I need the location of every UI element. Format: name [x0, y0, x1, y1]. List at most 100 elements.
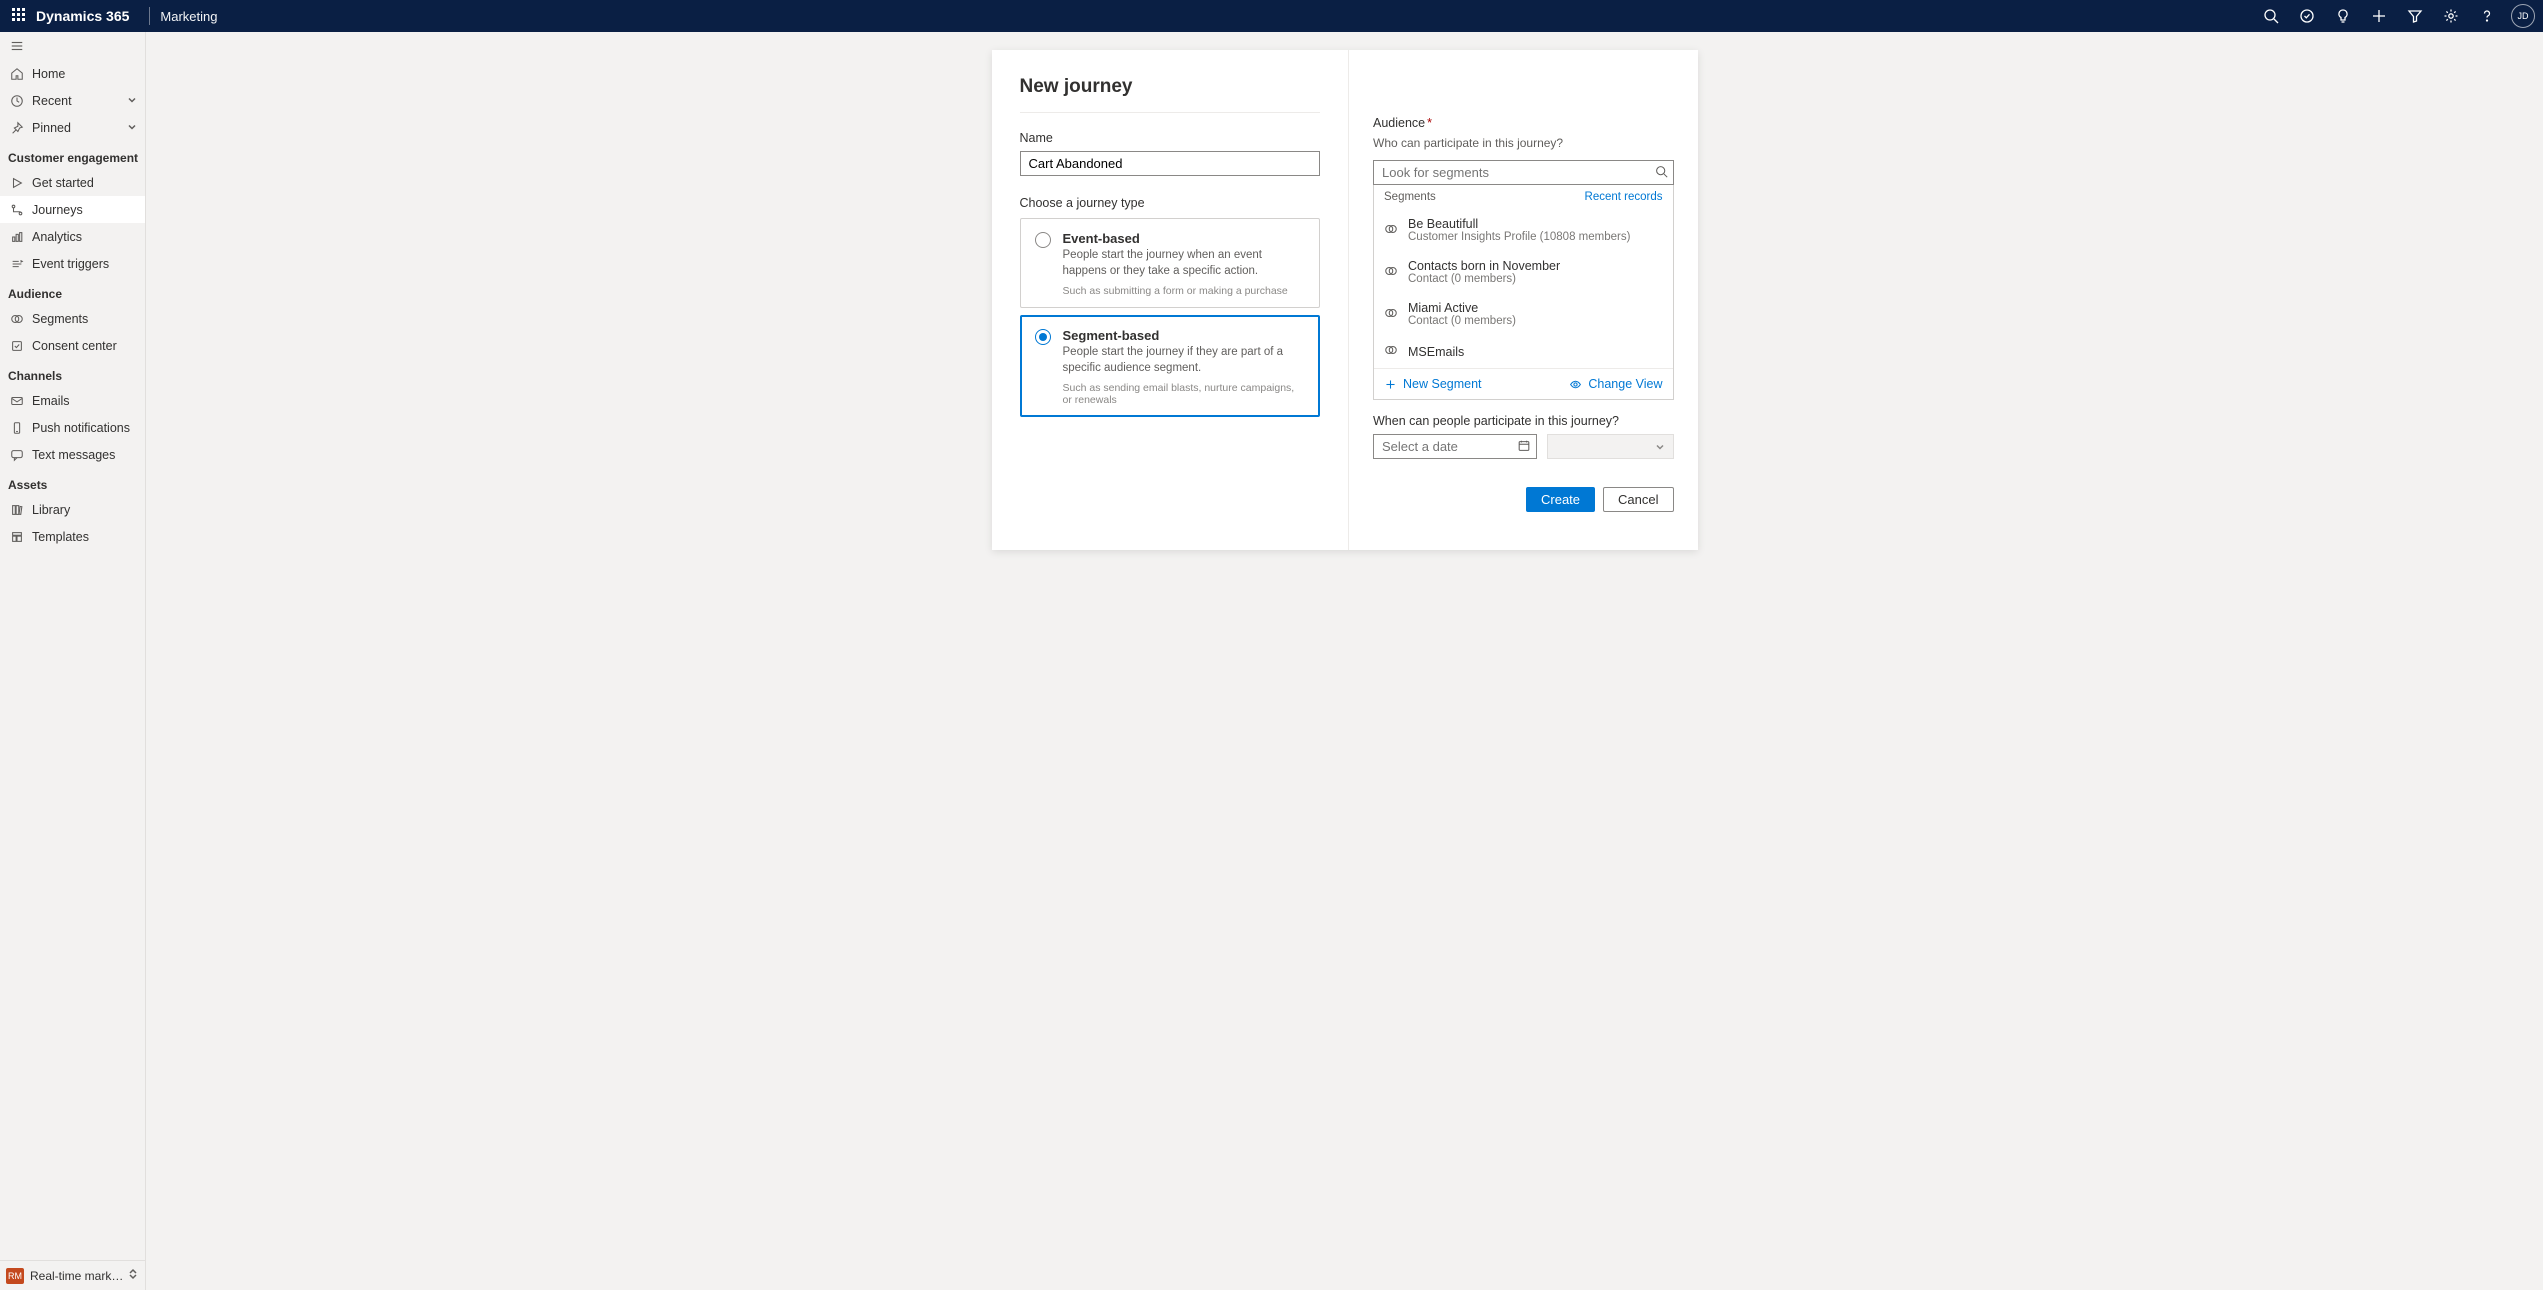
segments-list[interactable]: Be BeautifullCustomer Insights Profile (…: [1374, 209, 1673, 368]
sidebar-item-text-messages[interactable]: Text messages: [0, 441, 145, 468]
option-title: Segment-based: [1063, 328, 1306, 343]
segment-sub: Contact (0 members): [1408, 273, 1560, 285]
journey-name-input[interactable]: [1020, 151, 1321, 176]
message-icon: [8, 448, 26, 462]
email-icon: [8, 394, 26, 408]
option-desc: People start the journey if they are par…: [1063, 345, 1306, 376]
segment-icon: [1384, 264, 1398, 281]
swap-icon: [127, 1268, 139, 1283]
radio-icon: [1035, 329, 1051, 345]
task-icon[interactable]: [2289, 0, 2325, 32]
home-icon: [8, 67, 26, 81]
trigger-icon: [8, 257, 26, 271]
gear-icon[interactable]: [2433, 0, 2469, 32]
new-segment-link[interactable]: New Segment: [1384, 377, 1482, 391]
sidebar-section-engagement: Customer engagement: [0, 141, 145, 169]
content-area: New journey Name Choose a journey type E…: [146, 32, 2543, 1290]
clock-icon: [8, 94, 26, 108]
topbar-divider: [149, 7, 150, 25]
sidebar-item-label: Consent center: [32, 339, 117, 353]
option-event-based[interactable]: Event-based People start the journey whe…: [1020, 218, 1321, 308]
sidebar-item-label: Emails: [32, 394, 70, 408]
sidebar-item-label: Segments: [32, 312, 88, 326]
sidebar-item-label: Push notifications: [32, 421, 130, 435]
sidebar-item-get-started[interactable]: Get started: [0, 169, 145, 196]
segment-item[interactable]: Be BeautifullCustomer Insights Profile (…: [1374, 209, 1673, 251]
option-segment-based[interactable]: Segment-based People start the journey i…: [1020, 315, 1321, 417]
option-desc: People start the journey when an event h…: [1063, 248, 1306, 279]
divider: [1020, 112, 1321, 113]
time-select[interactable]: [1547, 434, 1674, 459]
segment-item[interactable]: Contacts born in NovemberContact (0 memb…: [1374, 251, 1673, 293]
segment-item[interactable]: MSEmails: [1374, 335, 1673, 368]
cancel-button[interactable]: Cancel: [1603, 487, 1673, 512]
play-icon: [8, 176, 26, 190]
sidebar-item-label: Recent: [32, 94, 72, 108]
segment-name: MSEmails: [1408, 345, 1464, 359]
sidebar: Home Recent Pinned Customer engagement G…: [0, 32, 146, 1290]
audience-help: Who can participate in this journey?: [1373, 136, 1674, 150]
sidebar-section-audience: Audience: [0, 277, 145, 305]
sidebar-item-push[interactable]: Push notifications: [0, 414, 145, 441]
analytics-icon: [8, 230, 26, 244]
chevron-down-icon: [1655, 442, 1665, 452]
option-title: Event-based: [1063, 231, 1306, 246]
sidebar-item-label: Get started: [32, 176, 94, 190]
sidebar-item-event-triggers[interactable]: Event triggers: [0, 250, 145, 277]
option-example: Such as sending email blasts, nurture ca…: [1063, 382, 1306, 406]
sidebar-section-channels: Channels: [0, 359, 145, 387]
when-label: When can people participate in this jour…: [1373, 414, 1674, 428]
segment-name: Miami Active: [1408, 301, 1516, 315]
segment-sub: Customer Insights Profile (10808 members…: [1408, 231, 1630, 243]
app-launcher-icon[interactable]: [12, 8, 28, 24]
segment-sub: Contact (0 members): [1408, 315, 1516, 327]
sidebar-item-home[interactable]: Home: [0, 60, 145, 87]
area-label: Real-time marketi...: [30, 1269, 127, 1283]
segment-icon: [1384, 306, 1398, 323]
sidebar-item-library[interactable]: Library: [0, 496, 145, 523]
calendar-icon[interactable]: [1517, 439, 1531, 456]
sidebar-item-label: Home: [32, 67, 65, 81]
templates-icon: [8, 530, 26, 544]
journey-type-label: Choose a journey type: [1020, 196, 1321, 210]
library-icon: [8, 503, 26, 517]
recent-records-link[interactable]: Recent records: [1585, 191, 1663, 203]
chevron-down-icon: [127, 121, 137, 135]
sidebar-item-analytics[interactable]: Analytics: [0, 223, 145, 250]
segment-search-input[interactable]: [1373, 160, 1674, 185]
plus-icon[interactable]: [2361, 0, 2397, 32]
filter-icon[interactable]: [2397, 0, 2433, 32]
sidebar-item-label: Pinned: [32, 121, 71, 135]
area-switcher[interactable]: RM Real-time marketi...: [0, 1260, 145, 1290]
hamburger-icon[interactable]: [0, 32, 145, 60]
date-input[interactable]: [1373, 434, 1537, 459]
search-icon[interactable]: [2253, 0, 2289, 32]
sidebar-item-recent[interactable]: Recent: [0, 87, 145, 114]
module-name[interactable]: Marketing: [160, 9, 217, 24]
sidebar-item-segments[interactable]: Segments: [0, 305, 145, 332]
change-view-link[interactable]: Change View: [1569, 377, 1662, 391]
option-example: Such as submitting a form or making a pu…: [1063, 285, 1306, 297]
segments-dropdown: Segments Recent records Be BeautifullCus…: [1373, 185, 1674, 400]
sidebar-item-label: Templates: [32, 530, 89, 544]
sidebar-item-templates[interactable]: Templates: [0, 523, 145, 550]
segment-item[interactable]: Miami ActiveContact (0 members): [1374, 293, 1673, 335]
segment-name: Contacts born in November: [1408, 259, 1560, 273]
consent-icon: [8, 339, 26, 353]
sidebar-item-emails[interactable]: Emails: [0, 387, 145, 414]
search-icon[interactable]: [1655, 165, 1668, 181]
topbar: Dynamics 365 Marketing JD: [0, 0, 2543, 32]
sidebar-item-journeys[interactable]: Journeys: [0, 196, 145, 223]
sidebar-item-label: Journeys: [32, 203, 83, 217]
create-button[interactable]: Create: [1526, 487, 1595, 512]
segment-icon: [1384, 343, 1398, 360]
help-icon[interactable]: [2469, 0, 2505, 32]
sidebar-item-pinned[interactable]: Pinned: [0, 114, 145, 141]
avatar[interactable]: JD: [2511, 4, 2535, 28]
segment-icon: [1384, 222, 1398, 239]
journey-icon: [8, 203, 26, 217]
lightbulb-icon[interactable]: [2325, 0, 2361, 32]
sidebar-item-consent-center[interactable]: Consent center: [0, 332, 145, 359]
new-journey-modal: New journey Name Choose a journey type E…: [992, 50, 1698, 550]
chevron-down-icon: [127, 94, 137, 108]
